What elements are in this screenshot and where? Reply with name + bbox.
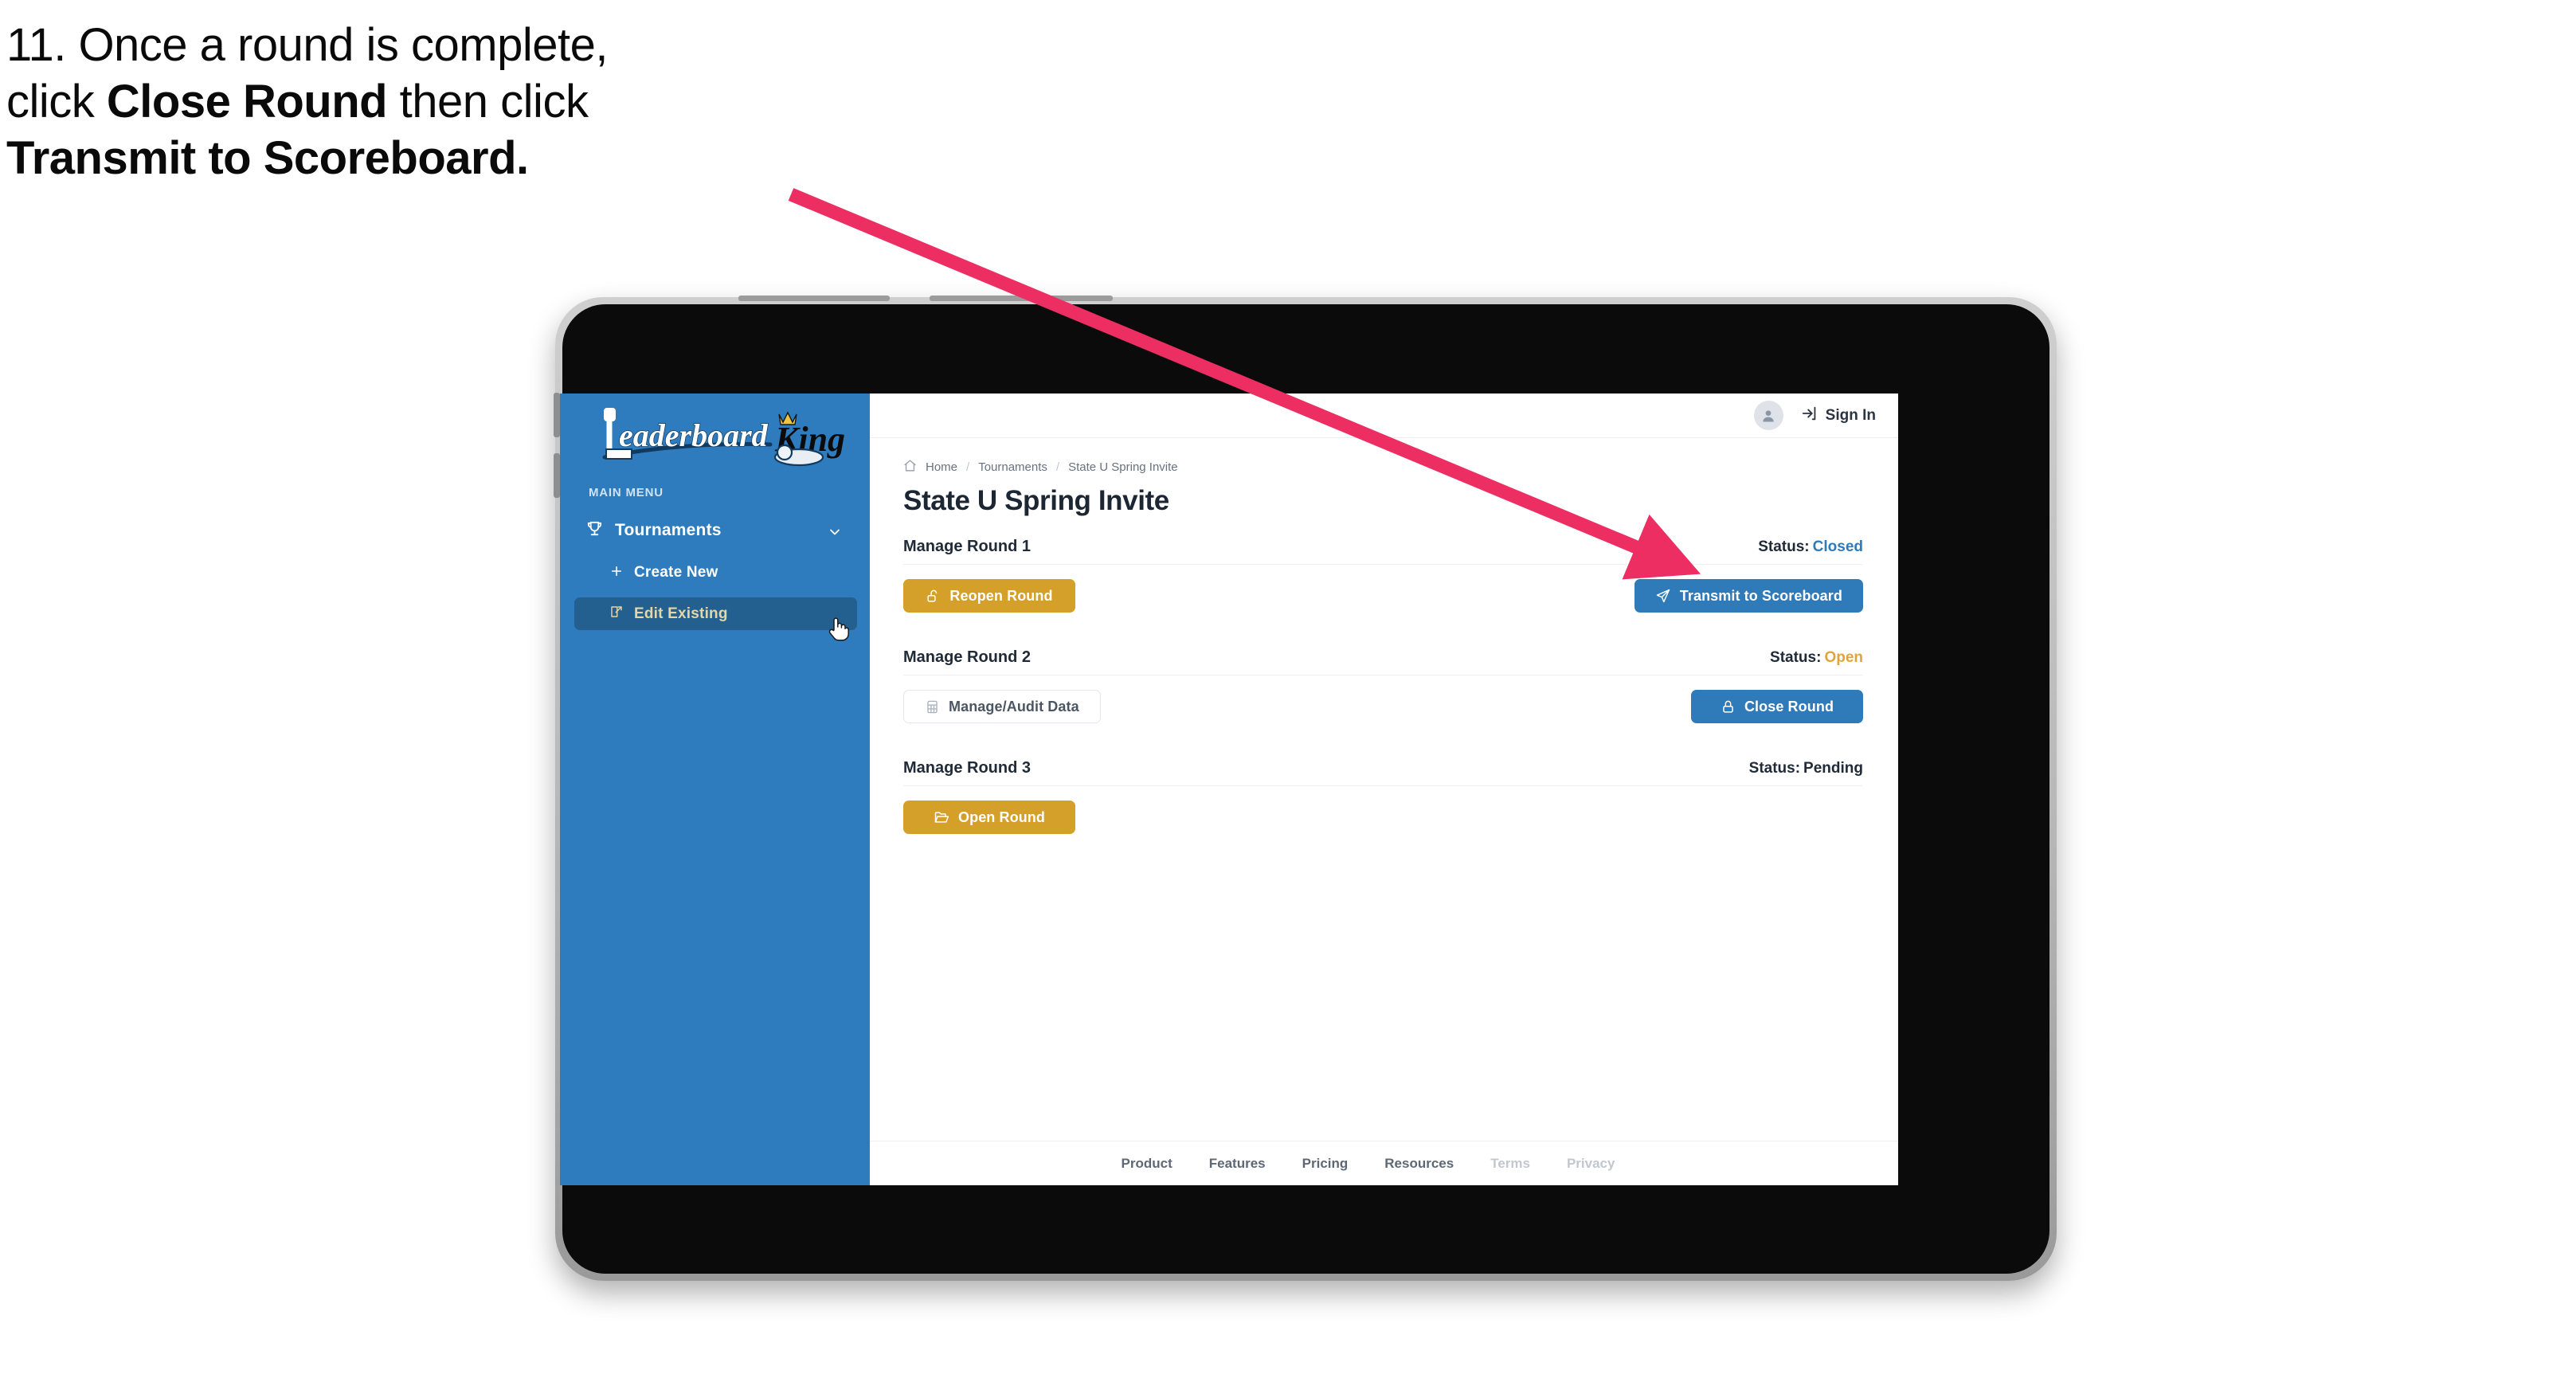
paper-plane-icon bbox=[1655, 588, 1671, 604]
status-value: Open bbox=[1824, 649, 1863, 666]
footer-link-pricing[interactable]: Pricing bbox=[1302, 1156, 1349, 1172]
status-badge: Status: Closed bbox=[1758, 538, 1863, 556]
sidebar-item-create-new[interactable]: Create New bbox=[574, 558, 857, 588]
trophy-icon bbox=[585, 519, 604, 542]
footer-link-features[interactable]: Features bbox=[1209, 1156, 1266, 1172]
status-value: Pending bbox=[1803, 760, 1863, 777]
folder-open-icon bbox=[934, 809, 949, 825]
status-badge: Status: Pending bbox=[1749, 760, 1863, 777]
button-label: Transmit to Scoreboard bbox=[1679, 587, 1842, 604]
lock-icon bbox=[1721, 699, 1736, 715]
sidebar: eaderboard King MAIN MENU Tournaments Cr… bbox=[560, 393, 870, 1185]
top-vent-strip bbox=[930, 296, 1113, 301]
top-bar: Sign In bbox=[870, 393, 1898, 438]
round-header: Manage Round 3 Status: Pending bbox=[903, 759, 1863, 786]
round-header: Manage Round 2 Status: Open bbox=[903, 648, 1863, 675]
volume-button-lower bbox=[554, 453, 560, 498]
sign-in-button[interactable]: Sign In bbox=[1801, 405, 1876, 426]
footer-link-privacy[interactable]: Privacy bbox=[1567, 1156, 1615, 1172]
main-content-area: Sign In Home / Tournaments / State U Spr… bbox=[870, 393, 1898, 1185]
breadcrumb-item-current: State U Spring Invite bbox=[1068, 460, 1178, 474]
status-label: Status: bbox=[1748, 760, 1801, 777]
status-label: Status: bbox=[1758, 538, 1810, 555]
footer-nav: Product Features Pricing Resources Terms… bbox=[870, 1141, 1898, 1185]
caption-line-3: Transmit to Scoreboard. bbox=[6, 131, 529, 184]
round-actions: Open Round bbox=[903, 801, 1863, 834]
hand-pointer-cursor bbox=[826, 615, 850, 646]
logo-leaderboard-text: eaderboard bbox=[619, 417, 769, 453]
round-title: Manage Round 1 bbox=[903, 538, 1032, 555]
manage-audit-data-button[interactable]: Manage/Audit Data bbox=[903, 690, 1101, 723]
open-round-button[interactable]: Open Round bbox=[903, 801, 1075, 834]
button-label: Reopen Round bbox=[949, 587, 1053, 604]
sidebar-section-label: MAIN MENU bbox=[589, 486, 664, 499]
instruction-caption: 11. Once a round is complete, click Clos… bbox=[6, 18, 851, 186]
status-label: Status: bbox=[1770, 649, 1822, 666]
tablet-screen: eaderboard King MAIN MENU Tournaments Cr… bbox=[560, 393, 1898, 1185]
plus-icon bbox=[609, 564, 624, 582]
round-actions: Reopen Round Transmit to Scoreboard bbox=[903, 579, 1863, 613]
footer-link-terms[interactable]: Terms bbox=[1490, 1156, 1530, 1172]
page-title: State U Spring Invite bbox=[903, 485, 1169, 516]
transmit-to-scoreboard-button[interactable]: Transmit to Scoreboard bbox=[1634, 579, 1863, 613]
unlock-icon bbox=[926, 589, 941, 604]
sidebar-item-label: Create New bbox=[634, 564, 718, 581]
sidebar-item-label: Edit Existing bbox=[634, 605, 728, 622]
caption-line-2: click Close Round then click bbox=[6, 75, 589, 127]
breadcrumb: Home / Tournaments / State U Spring Invi… bbox=[903, 459, 1863, 476]
sidebar-item-tournaments[interactable]: Tournaments bbox=[574, 515, 857, 546]
round-block-2: Manage Round 2 Status: Open Manage/Audit … bbox=[903, 648, 1863, 723]
breadcrumb-separator: / bbox=[966, 460, 970, 474]
button-label: Manage/Audit Data bbox=[949, 698, 1079, 715]
footer-link-product[interactable]: Product bbox=[1122, 1156, 1173, 1172]
button-label: Open Round bbox=[958, 808, 1045, 825]
sign-in-icon bbox=[1801, 405, 1818, 426]
round-title: Manage Round 3 bbox=[903, 759, 1032, 777]
app-logo[interactable]: eaderboard King bbox=[585, 405, 848, 472]
breadcrumb-item-home[interactable]: Home bbox=[926, 460, 957, 474]
breadcrumb-item-tournaments[interactable]: Tournaments bbox=[978, 460, 1047, 474]
round-block-1: Manage Round 1 Status: Closed Reopen Roun… bbox=[903, 538, 1863, 613]
user-avatar-icon[interactable] bbox=[1753, 401, 1783, 430]
breadcrumb-separator: / bbox=[1055, 460, 1060, 474]
reopen-round-button[interactable]: Reopen Round bbox=[903, 579, 1075, 613]
status-badge: Status: Open bbox=[1770, 649, 1863, 667]
sidebar-item-edit-existing[interactable]: Edit Existing bbox=[574, 597, 857, 630]
round-header: Manage Round 1 Status: Closed bbox=[903, 538, 1863, 565]
close-round-button[interactable]: Close Round bbox=[1691, 690, 1863, 723]
edit-square-icon bbox=[609, 605, 624, 623]
sidebar-item-label: Tournaments bbox=[615, 521, 722, 539]
volume-button-upper bbox=[554, 393, 560, 437]
caption-line-1: 11. Once a round is complete, bbox=[6, 19, 608, 71]
round-actions: Manage/Audit Data Close Round bbox=[903, 690, 1863, 723]
button-label: Close Round bbox=[1744, 698, 1834, 715]
round-title: Manage Round 2 bbox=[903, 648, 1032, 666]
power-button bbox=[738, 296, 890, 301]
status-value: Closed bbox=[1812, 538, 1863, 555]
table-grid-icon bbox=[925, 699, 940, 715]
footer-link-resources[interactable]: Resources bbox=[1384, 1156, 1454, 1172]
sign-in-label: Sign In bbox=[1825, 406, 1876, 424]
round-block-3: Manage Round 3 Status: Pending Open Round bbox=[903, 759, 1863, 834]
home-icon[interactable] bbox=[903, 459, 917, 476]
page-content: Home / Tournaments / State U Spring Invi… bbox=[870, 438, 1898, 1141]
chevron-down-icon[interactable] bbox=[827, 524, 843, 544]
